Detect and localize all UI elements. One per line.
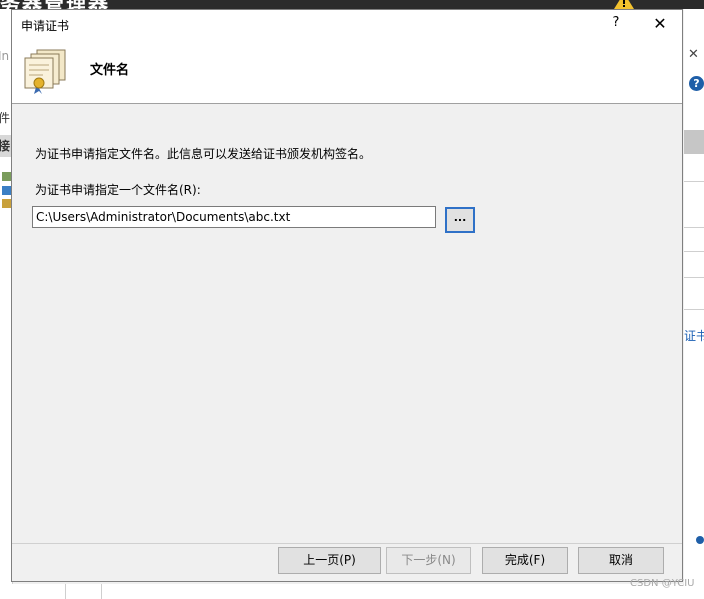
node-icon (2, 186, 11, 195)
cancel-button[interactable]: 取消 (578, 547, 664, 574)
background-title-text: 务器管理器 (0, 0, 110, 9)
background-right-pane: ✕ ? 证书 (684, 9, 704, 599)
request-certificate-dialog: 申请证书 ? ✕ 文件名 为证书申请指定文件名。此信息可以发送给证书颁发机构签名… (11, 9, 683, 582)
dialog-header: 文件名 (12, 38, 682, 104)
node-icon (2, 172, 11, 181)
close-icon[interactable]: ✕ (688, 47, 699, 62)
divider (684, 309, 704, 310)
background-bottom-strip (12, 584, 684, 599)
description-text: 为证书申请指定文件名。此信息可以发送给证书颁发机构签名。 (35, 147, 372, 161)
background-link-fragment[interactable]: 证书 (684, 327, 704, 344)
divider (684, 251, 704, 252)
footer-divider (12, 543, 682, 544)
page-heading: 文件名 (90, 63, 130, 78)
watermark: CSDN @YCIU (630, 578, 695, 589)
help-button[interactable]: ? (606, 15, 626, 33)
dialog-title-bar: 申请证书 ? ✕ (12, 10, 682, 38)
file-name-input[interactable] (32, 206, 436, 228)
divider (65, 584, 66, 599)
browse-button[interactable]: ... (445, 207, 475, 233)
certificate-icon (24, 49, 66, 94)
close-button[interactable]: ✕ (648, 13, 672, 35)
divider (101, 584, 102, 599)
divider (684, 277, 704, 278)
background-bar (684, 130, 704, 154)
background-left-fragment: 接 (0, 139, 11, 153)
node-icon (2, 199, 11, 208)
help-icon[interactable]: ? (689, 76, 704, 91)
divider (684, 181, 704, 182)
background-left-fragment: 件 (0, 111, 11, 125)
background-left-fragment: In (0, 49, 10, 63)
status-dot-icon (696, 536, 704, 544)
file-name-label: 为证书申请指定一个文件名(R): (35, 183, 201, 197)
dialog-title: 申请证书 (21, 19, 70, 33)
divider (684, 227, 704, 228)
warning-icon (614, 0, 634, 9)
dialog-content: 为证书申请指定文件名。此信息可以发送给证书颁发机构签名。 为证书申请指定一个文件… (12, 104, 682, 544)
previous-button[interactable]: 上一页(P) (278, 547, 381, 574)
finish-button[interactable]: 完成(F) (482, 547, 568, 574)
next-button[interactable]: 下一步(N) (386, 547, 471, 574)
background-title-bar: 务器管理器 (0, 0, 704, 9)
